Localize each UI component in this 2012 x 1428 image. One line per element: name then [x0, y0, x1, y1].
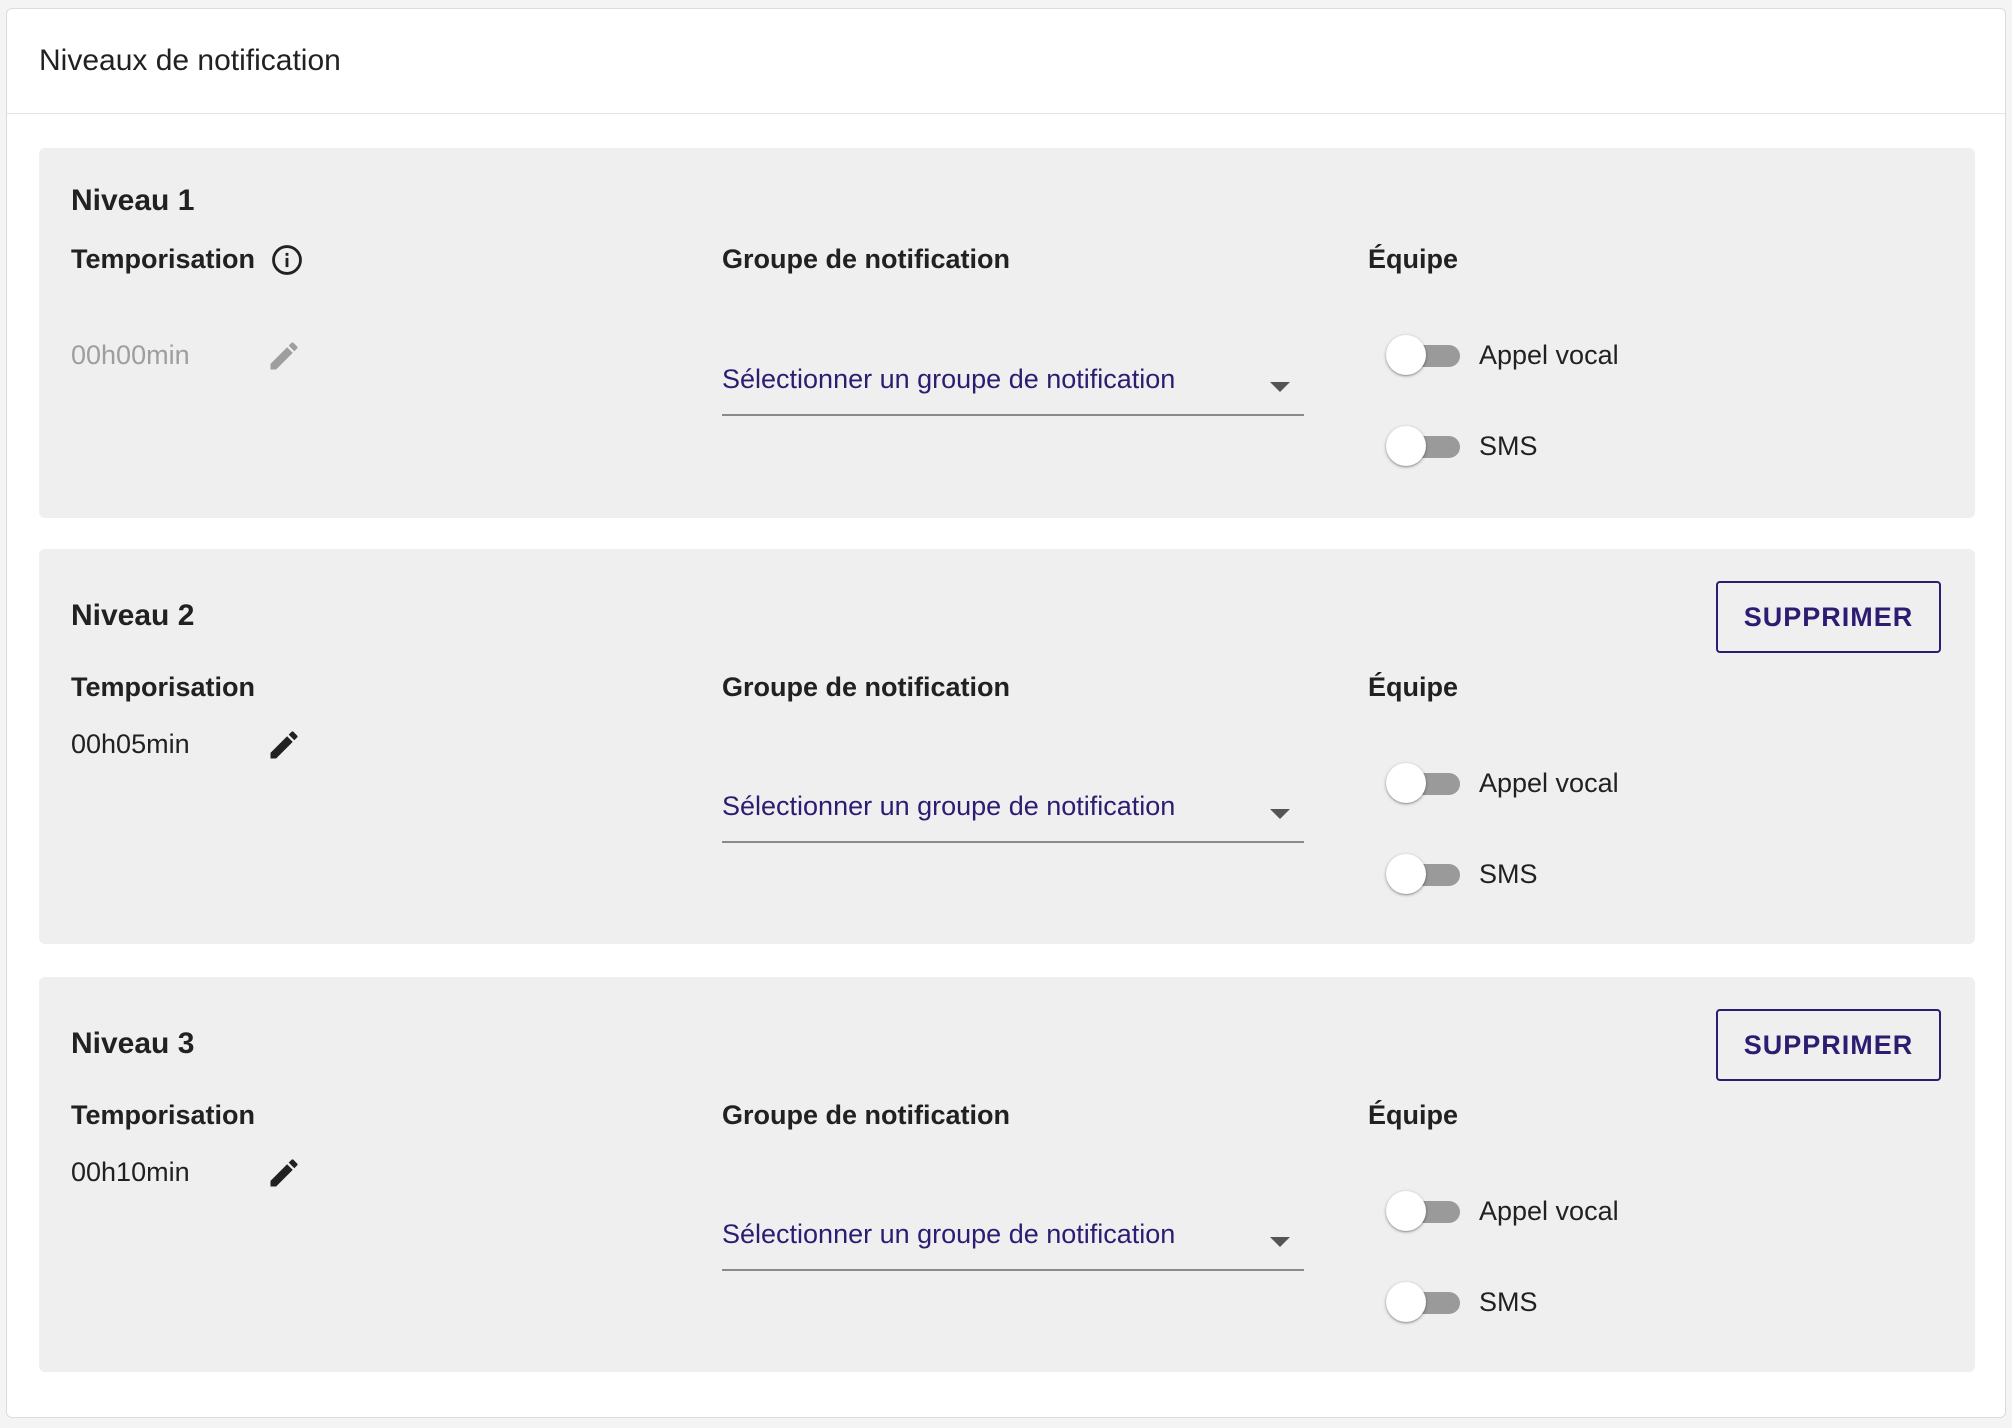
notification-group-select[interactable]: Sélectionner un groupe de notification [722, 781, 1304, 843]
team-label: Équipe [1368, 244, 1459, 274]
level-title: Niveau 3 [71, 1027, 195, 1060]
level-title: Niveau 1 [71, 184, 195, 217]
delay-value: 00h10min [71, 1157, 190, 1187]
voice-call-label: Appel vocal [1479, 1196, 1619, 1226]
level-1-section: Niveau 1 Temporisation 00h00min Groupe d… [39, 148, 1975, 518]
group-label: Groupe de notification [722, 1100, 1010, 1130]
page-title: Niveaux de notification [39, 44, 341, 77]
group-label: Groupe de notification [722, 672, 1010, 702]
select-placeholder: Sélectionner un groupe de notification [722, 791, 1176, 821]
sms-label: SMS [1479, 859, 1538, 889]
team-label: Équipe [1368, 672, 1459, 702]
pencil-icon[interactable] [266, 338, 302, 374]
notification-levels-card: Niveaux de notification Niveau 1 Tempori… [6, 8, 2006, 1418]
delay-value: 00h05min [71, 729, 190, 759]
toggle-thumb [1386, 854, 1426, 894]
card-header: Niveaux de notification [7, 9, 2005, 114]
voice-call-toggle[interactable] [1386, 333, 1460, 377]
level-title: Niveau 2 [71, 599, 195, 632]
delete-button[interactable]: SUPPRIMER [1716, 1009, 1941, 1081]
sms-label: SMS [1479, 431, 1538, 461]
select-placeholder: Sélectionner un groupe de notification [722, 1219, 1176, 1249]
sms-toggle[interactable] [1386, 1280, 1460, 1324]
info-icon[interactable] [270, 243, 304, 277]
caret-down-icon [1270, 809, 1290, 819]
select-placeholder: Sélectionner un groupe de notification [722, 364, 1176, 394]
delay-label: Temporisation [71, 1100, 256, 1130]
notification-group-select[interactable]: Sélectionner un groupe de notification [722, 354, 1304, 416]
pencil-icon[interactable] [266, 1155, 302, 1191]
voice-call-label: Appel vocal [1479, 340, 1619, 370]
level-3-section: Niveau 3 SUPPRIMER Temporisation 00h10mi… [39, 977, 1975, 1372]
delay-label: Temporisation [71, 244, 256, 274]
notification-group-select[interactable]: Sélectionner un groupe de notification [722, 1209, 1304, 1271]
pencil-icon[interactable] [266, 727, 302, 763]
level-2-section: Niveau 2 SUPPRIMER Temporisation 00h05mi… [39, 549, 1975, 944]
caret-down-icon [1270, 382, 1290, 392]
sms-toggle[interactable] [1386, 424, 1460, 468]
sms-toggle[interactable] [1386, 852, 1460, 896]
group-label: Groupe de notification [722, 244, 1010, 274]
voice-call-toggle[interactable] [1386, 761, 1460, 805]
delete-button[interactable]: SUPPRIMER [1716, 581, 1941, 653]
voice-call-label: Appel vocal [1479, 768, 1619, 798]
caret-down-icon [1270, 1237, 1290, 1247]
toggle-thumb [1386, 426, 1426, 466]
team-label: Équipe [1368, 1100, 1459, 1130]
sms-label: SMS [1479, 1287, 1538, 1317]
toggle-thumb [1386, 1191, 1426, 1231]
voice-call-toggle[interactable] [1386, 1189, 1460, 1233]
delay-label: Temporisation [71, 672, 256, 702]
delay-value: 00h00min [71, 340, 190, 370]
toggle-thumb [1386, 335, 1426, 375]
toggle-thumb [1386, 763, 1426, 803]
toggle-thumb [1386, 1282, 1426, 1322]
